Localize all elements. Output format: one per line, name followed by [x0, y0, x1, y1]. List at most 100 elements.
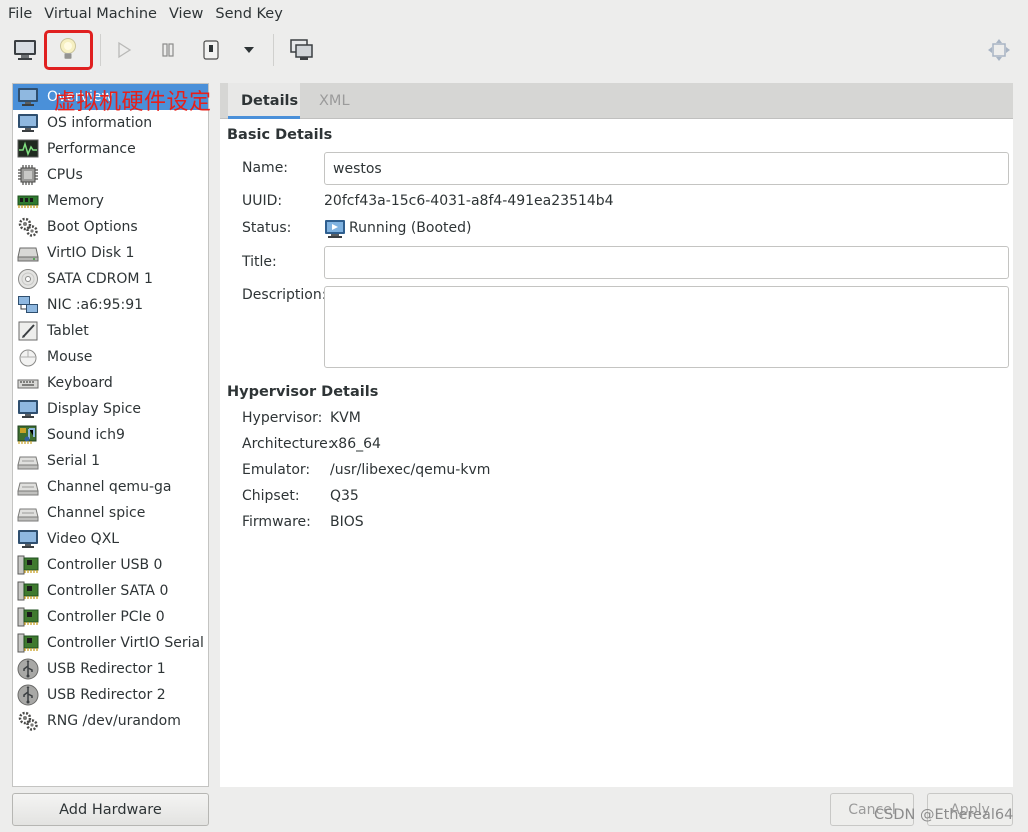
hardware-list: Overview OS information Performance CPUs Mem… — [12, 83, 209, 787]
hardware-item-sata-cdrom-1[interactable]: SATA CDROM 1 — [13, 266, 208, 292]
hardware-item-label: NIC :a6:95:91 — [47, 297, 144, 313]
network-icon — [17, 294, 39, 316]
hardware-item-tablet[interactable]: Tablet — [13, 318, 208, 344]
hardware-item-video-qxl[interactable]: Video QXL — [13, 526, 208, 552]
cdrom-icon — [17, 268, 39, 290]
details-button[interactable] — [51, 33, 85, 67]
menu-view[interactable]: View — [163, 0, 209, 28]
uuid-value: 20fcf43a-15c6-4031-a8f4-491ea23514b4 — [324, 193, 614, 209]
hardware-item-label: OS information — [47, 115, 153, 131]
shutdown-button[interactable] — [194, 33, 228, 67]
tab-xml[interactable]: XML — [319, 83, 350, 119]
tablet-icon — [17, 320, 39, 342]
hardware-item-rng-dev-urandom[interactable]: RNG /dev/urandom — [13, 708, 208, 734]
hardware-item-channel-qemu-ga[interactable]: Channel qemu-ga — [13, 474, 208, 500]
hardware-item-controller-pcie-0[interactable]: Controller PCIe 0 — [13, 604, 208, 630]
hardware-item-label: Controller USB 0 — [47, 557, 163, 573]
fullscreen-button[interactable] — [982, 33, 1016, 67]
hardware-item-usb-redirector-1[interactable]: USB Redirector 1 — [13, 656, 208, 682]
hardware-item-controller-sata-0[interactable]: Controller SATA 0 — [13, 578, 208, 604]
hardware-item-performance[interactable]: Performance — [13, 136, 208, 162]
details-panel: Details XML Basic Details Name: UUID: 20… — [220, 83, 1013, 787]
pci-card-icon — [17, 606, 39, 628]
hardware-item-label: Tablet — [47, 323, 89, 339]
name-field[interactable] — [324, 152, 1009, 185]
hardware-item-virtio-disk-1[interactable]: VirtIO Disk 1 — [13, 240, 208, 266]
hardware-item-label: RNG /dev/urandom — [47, 713, 181, 729]
hardware-item-sound-ich9[interactable]: Sound ich9 — [13, 422, 208, 448]
hypervisor-value: KVM — [330, 410, 361, 426]
toolbar-separator — [100, 34, 101, 66]
mouse-icon — [17, 346, 39, 368]
vm-details-window: File Virtual Machine View Send Key Overv… — [0, 0, 1028, 832]
snapshots-button[interactable] — [285, 33, 319, 67]
chipset-label: Chipset: — [242, 488, 300, 504]
serial-device-icon — [17, 476, 39, 498]
snapshots-icon — [290, 39, 313, 60]
uuid-label: UUID: — [242, 193, 283, 209]
hardware-item-label: Keyboard — [47, 375, 113, 391]
menu-send-key[interactable]: Send Key — [209, 0, 288, 28]
basic-details-heading: Basic Details — [227, 127, 333, 143]
hardware-item-label: Display Spice — [47, 401, 142, 417]
tab-details[interactable]: Details — [228, 83, 300, 119]
shutdown-menu-button[interactable] — [232, 33, 266, 67]
title-field[interactable] — [324, 246, 1009, 279]
hardware-item-controller-usb-0[interactable]: Controller USB 0 — [13, 552, 208, 578]
hardware-item-label: Controller VirtIO Serial 0 — [47, 635, 209, 651]
hardware-item-serial-1[interactable]: Serial 1 — [13, 448, 208, 474]
pause-icon — [162, 43, 174, 57]
pause-button[interactable] — [151, 33, 185, 67]
hardware-item-cpus[interactable]: CPUs — [13, 162, 208, 188]
architecture-label: Architecture: — [242, 436, 333, 452]
hardware-item-label: Sound ich9 — [47, 427, 125, 443]
hardware-item-display-spice[interactable]: Display Spice — [13, 396, 208, 422]
title-label: Title: — [242, 254, 277, 270]
hardware-item-label: Controller SATA 0 — [47, 583, 169, 599]
menu-virtual-machine[interactable]: Virtual Machine — [38, 0, 163, 28]
hardware-item-memory[interactable]: Memory — [13, 188, 208, 214]
play-icon — [118, 41, 132, 59]
name-label: Name: — [242, 160, 289, 176]
hardware-item-channel-spice[interactable]: Channel spice — [13, 500, 208, 526]
add-hardware-button[interactable]: Add Hardware — [12, 793, 209, 826]
firmware-value: BIOS — [330, 514, 364, 530]
hardware-item-label: SATA CDROM 1 — [47, 271, 153, 287]
hardware-item-mouse[interactable]: Mouse — [13, 344, 208, 370]
gears-icon — [17, 216, 39, 238]
emulator-label: Emulator: — [242, 462, 311, 478]
hardware-item-keyboard[interactable]: Keyboard — [13, 370, 208, 396]
hardware-item-boot-options[interactable]: Boot Options — [13, 214, 208, 240]
keyboard-icon — [17, 372, 39, 394]
hardware-item-label: Performance — [47, 141, 136, 157]
pci-card-icon — [17, 580, 39, 602]
hardware-item-label: CPUs — [47, 167, 83, 183]
lightbulb-details-icon — [60, 38, 76, 59]
hardware-item-label: Controller PCIe 0 — [47, 609, 165, 625]
monitor-icon — [17, 112, 39, 134]
menu-file[interactable]: File — [2, 0, 38, 28]
description-label: Description: — [242, 287, 327, 303]
hardware-item-controller-virtio-serial-0[interactable]: Controller VirtIO Serial 0 — [13, 630, 208, 656]
hypervisor-label: Hypervisor: — [242, 410, 323, 426]
usb-icon — [17, 684, 39, 706]
hardware-item-nic-a6-95-91[interactable]: NIC :a6:95:91 — [13, 292, 208, 318]
architecture-value: x86_64 — [330, 436, 381, 452]
cpu-chip-icon — [17, 164, 39, 186]
console-button[interactable] — [8, 33, 42, 67]
hardware-item-label: USB Redirector 2 — [47, 687, 166, 703]
running-monitor-icon — [325, 220, 345, 238]
run-button[interactable] — [107, 33, 141, 67]
monitor-icon — [17, 86, 39, 108]
hardware-item-label: Boot Options — [47, 219, 138, 235]
hardware-item-label: USB Redirector 1 — [47, 661, 166, 677]
firmware-label: Firmware: — [242, 514, 311, 530]
description-field[interactable] — [324, 286, 1009, 368]
tab-bar: Details XML — [220, 83, 1013, 119]
hard-disk-icon — [17, 242, 39, 264]
menubar: File Virtual Machine View Send Key — [0, 0, 1028, 28]
emulator-value: /usr/libexec/qemu-kvm — [330, 462, 491, 478]
gears-icon — [17, 710, 39, 732]
hypervisor-details-heading: Hypervisor Details — [227, 384, 379, 400]
hardware-item-usb-redirector-2[interactable]: USB Redirector 2 — [13, 682, 208, 708]
